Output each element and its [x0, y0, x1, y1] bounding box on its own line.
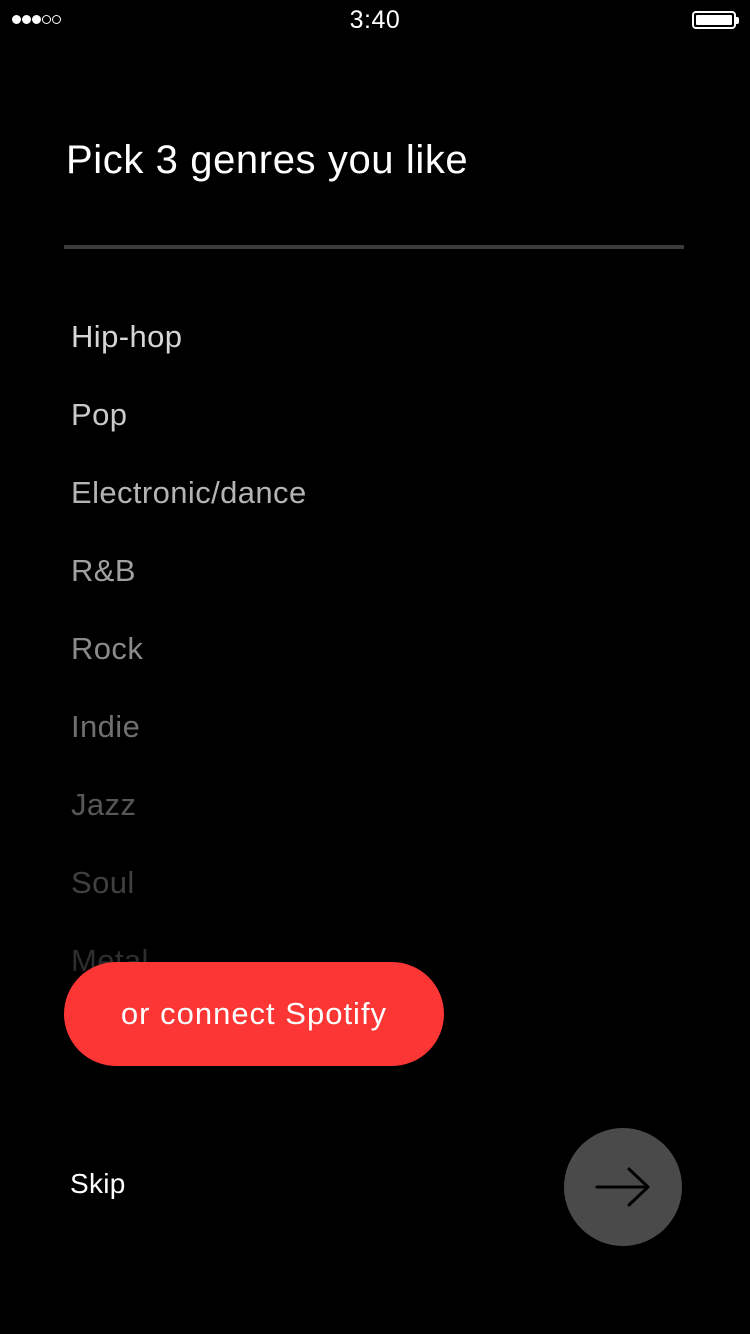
genre-item[interactable]: Rock [71, 612, 143, 690]
status-bar: 3:40 [0, 0, 750, 40]
genre-item[interactable]: Jazz [71, 768, 136, 846]
next-button[interactable] [564, 1128, 682, 1246]
connect-spotify-button[interactable]: or connect Spotify [64, 962, 444, 1066]
genre-item[interactable]: Hip-hop [71, 300, 182, 378]
status-time: 3:40 [349, 6, 401, 34]
skip-button[interactable]: Skip [70, 1168, 126, 1200]
arrow-right-icon [595, 1167, 650, 1207]
genre-list[interactable]: Hip-hop Pop Electronic/dance R&B Rock Indie Ja… [0, 300, 750, 980]
genre-item[interactable]: Pop [71, 378, 127, 456]
genre-item[interactable]: Electronic/dance [71, 456, 307, 534]
page-title: Pick 3 genres you like [66, 138, 469, 182]
genre-item[interactable]: R&B [71, 534, 136, 612]
battery-icon [692, 11, 739, 29]
genre-item[interactable]: Indie [71, 690, 140, 768]
genre-item[interactable]: Soul [71, 846, 135, 924]
title-divider [64, 245, 684, 249]
